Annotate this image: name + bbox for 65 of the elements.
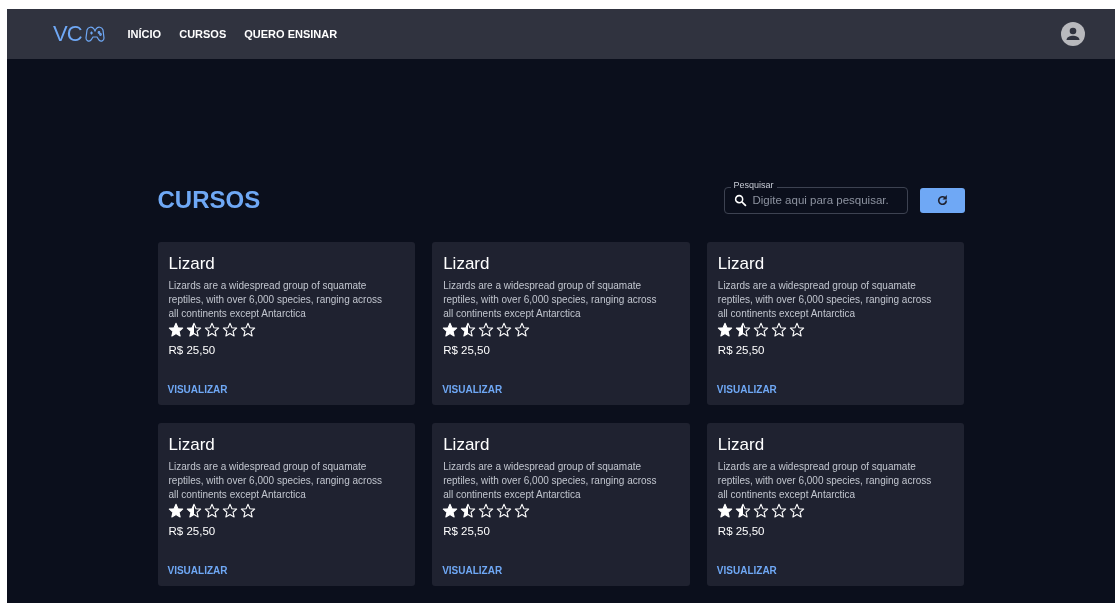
view-link[interactable]: VISUALIZAR xyxy=(716,565,777,576)
course-title: Lizard xyxy=(716,435,766,455)
star-icon xyxy=(752,322,769,338)
course-price: R$ 25,50 xyxy=(716,525,766,537)
star-icon xyxy=(788,322,805,338)
star-icon xyxy=(716,322,733,338)
star-icon xyxy=(442,322,459,338)
star-icon xyxy=(167,322,184,338)
star-icon xyxy=(734,503,751,519)
star-icon xyxy=(203,503,220,519)
course-price: R$ 25,50 xyxy=(442,525,491,537)
star-icon xyxy=(185,503,202,519)
course-title: Lizard xyxy=(442,254,491,274)
course-description: Lizards are a widespread group of squamate reptiles, with over 6,000 species, ranging across all continents except Antarctica xyxy=(167,279,383,321)
star-icon xyxy=(167,503,184,519)
course-description: Lizards are a widespread group of squamate reptiles, with over 6,000 species, ranging across all continents except Antarctica xyxy=(716,279,933,321)
star-icon xyxy=(770,503,787,519)
star-icon xyxy=(752,503,769,519)
course-description: Lizards are a widespread group of squamate reptiles, with over 6,000 species, ranging across all continents except Antarctica xyxy=(442,460,658,502)
course-price: R$ 25,50 xyxy=(442,344,491,356)
course-description: Lizards are a widespread group of squamate reptiles, with over 6,000 species, ranging across all continents except Antarctica xyxy=(716,460,933,502)
star-icon xyxy=(770,322,787,338)
nav-link[interactable]: QUERO ENSINAR xyxy=(244,28,338,40)
course-title: Lizard xyxy=(442,435,491,455)
star-icon xyxy=(478,503,495,519)
star-icon xyxy=(478,322,495,338)
user-avatar-icon[interactable] xyxy=(1061,22,1085,46)
view-link[interactable]: VISUALIZAR xyxy=(167,565,228,576)
search-label: Pesquisar xyxy=(730,179,777,190)
star-icon xyxy=(221,503,238,519)
gamepad-icon xyxy=(83,24,106,44)
refresh-icon xyxy=(935,193,949,207)
course-title: Lizard xyxy=(167,254,216,274)
star-icon xyxy=(514,503,531,519)
star-icon xyxy=(496,503,513,519)
star-icon xyxy=(460,322,477,338)
course-price: R$ 25,50 xyxy=(716,344,766,356)
course-description: Lizards are a widespread group of squamate reptiles, with over 6,000 species, ranging across all continents except Antarctica xyxy=(442,279,658,321)
course-title: Lizard xyxy=(716,254,766,274)
star-icon xyxy=(203,322,220,338)
search-icon xyxy=(733,193,747,207)
star-icon xyxy=(734,322,751,338)
nav-link[interactable]: INÍCIO xyxy=(127,28,162,40)
logo-text: VC xyxy=(53,21,82,47)
course-title: Lizard xyxy=(167,435,216,455)
view-link[interactable]: VISUALIZAR xyxy=(716,384,777,395)
refresh-button[interactable] xyxy=(919,187,965,213)
course-price: R$ 25,50 xyxy=(167,344,217,356)
page-title: CURSOS xyxy=(157,186,261,214)
nav-link[interactable]: CURSOS xyxy=(179,28,227,40)
star-icon xyxy=(460,503,477,519)
view-link[interactable]: VISUALIZAR xyxy=(442,565,503,576)
star-icon xyxy=(716,503,733,519)
star-icon xyxy=(221,322,238,338)
course-description: Lizards are a widespread group of squamate reptiles, with over 6,000 species, ranging across all continents except Antarctica xyxy=(167,460,383,502)
star-icon xyxy=(442,503,459,519)
star-icon xyxy=(239,503,256,519)
star-icon xyxy=(788,503,805,519)
view-link[interactable]: VISUALIZAR xyxy=(167,384,228,395)
star-icon xyxy=(514,322,531,338)
course-price: R$ 25,50 xyxy=(167,525,217,537)
star-icon xyxy=(185,322,202,338)
view-link[interactable]: VISUALIZAR xyxy=(442,384,503,395)
star-icon xyxy=(239,322,256,338)
star-icon xyxy=(496,322,513,338)
